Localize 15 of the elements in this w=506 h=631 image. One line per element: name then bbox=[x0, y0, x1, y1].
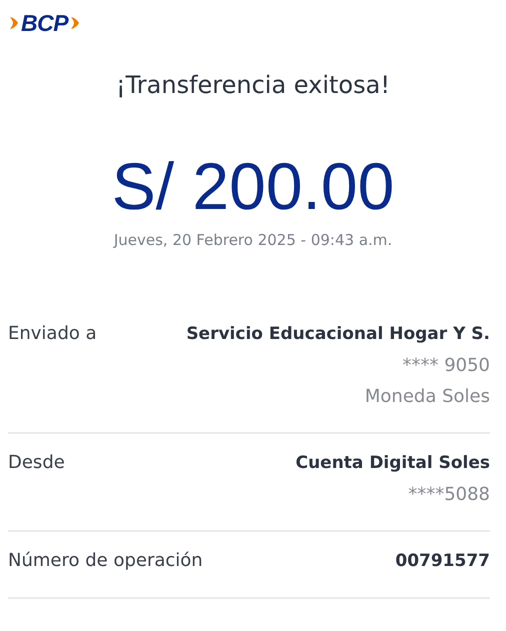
detail-label: Enviado a bbox=[8, 322, 97, 346]
success-title: ¡Transferencia exitosa! bbox=[115, 70, 391, 101]
detail-value: 00791577 bbox=[395, 550, 490, 573]
detail-value: Servicio Educacional Hogar Y S. bbox=[186, 323, 490, 346]
detail-subvalue: ****5088 bbox=[408, 483, 490, 507]
date-time-text: Jueves, 20 Febrero 2025 - 09:43 a.m. bbox=[112, 230, 394, 251]
amount-text: S/ 200.00 bbox=[110, 148, 396, 225]
detail-value: Cuenta Digital Soles bbox=[296, 452, 490, 475]
detail-subvalue: Moneda Soles bbox=[364, 385, 490, 409]
detail-label: Desde bbox=[8, 451, 65, 475]
logo-text: BCP bbox=[21, 10, 68, 36]
chevron-icon bbox=[70, 16, 80, 30]
detail-label: Número de operación bbox=[8, 549, 203, 573]
chevron-icon bbox=[9, 16, 19, 30]
detail-subvalue: **** 9050 bbox=[402, 354, 490, 378]
